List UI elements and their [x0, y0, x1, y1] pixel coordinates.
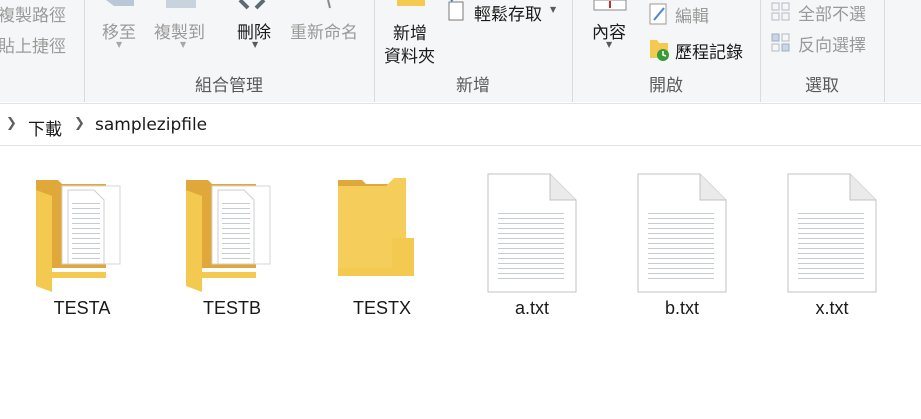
ribbon: 複製路徑 貼上捷徑 移至 ▼ 複製到 ▼ 刪除 ▼ 重新命名 組合管理 新增 資…: [0, 0, 921, 102]
folder-item[interactable]: TESTX: [322, 168, 442, 328]
file-name: b.txt: [664, 298, 699, 318]
easy-access-button[interactable]: 輕鬆存取 ▼: [446, 0, 562, 25]
chevron-right-icon[interactable]: ❯: [74, 116, 85, 131]
group-divider: [884, 0, 885, 102]
invert-selection-icon: [771, 33, 790, 52]
file-item[interactable]: x.txt: [772, 168, 892, 328]
history-button[interactable]: 歷程記錄: [648, 36, 758, 63]
select-none-button[interactable]: 全部不選: [770, 0, 880, 25]
text-file-icon: [787, 173, 877, 293]
copy-to-button[interactable]: 複製到 ▼: [154, 0, 214, 72]
new-group-label: 新增: [456, 76, 490, 96]
file-name: TESTA: [53, 298, 111, 318]
chevron-down-icon: ▼: [606, 40, 613, 49]
copy-path-button[interactable]: 複製路徑: [0, 1, 66, 26]
folder-item[interactable]: TESTB: [172, 168, 292, 328]
select-none-label: 全部不選: [798, 5, 866, 25]
folder-with-documents-icon: [186, 180, 271, 292]
file-name: a.txt: [514, 298, 549, 318]
folder-item[interactable]: TESTA: [22, 168, 142, 328]
edit-label: 編輯: [675, 7, 709, 27]
copy-path-label: 複製路徑: [0, 6, 66, 26]
file-item[interactable]: b.txt: [622, 168, 742, 328]
text-file-icon: [487, 173, 577, 293]
edit-icon: [649, 3, 667, 25]
chevron-down-icon: ▼: [252, 40, 259, 49]
file-name: x.txt: [815, 298, 849, 318]
properties-icon: [593, 0, 627, 11]
properties-button[interactable]: 內容 ▼: [590, 0, 634, 72]
chevron-down-icon: ▼: [550, 5, 557, 14]
chevron-down-icon: ▼: [116, 40, 123, 49]
file-item[interactable]: a.txt: [472, 168, 592, 328]
file-name: TESTX: [352, 298, 411, 318]
new-folder-label-line1: 新增: [393, 24, 427, 44]
breadcrumb-item-current[interactable]: samplezipfile: [95, 115, 207, 135]
paste-shortcut-button[interactable]: 貼上捷徑: [0, 32, 66, 57]
paste-shortcut-label: 貼上捷徑: [0, 37, 66, 57]
edit-button[interactable]: 編輯: [648, 2, 748, 28]
easy-access-icon: [448, 0, 464, 21]
folder-icon: [338, 178, 414, 276]
history-icon: [650, 40, 669, 61]
copy-to-icon: [166, 0, 196, 8]
delete-button[interactable]: 刪除 ▼: [236, 0, 276, 72]
breadcrumb-item-downloads[interactable]: 下載: [28, 115, 62, 140]
move-to-icon: [106, 0, 134, 6]
new-folder-icon: [397, 0, 425, 6]
select-none-icon: [771, 2, 790, 21]
text-file-icon: [637, 173, 727, 293]
chevron-right-icon[interactable]: ❯: [6, 116, 17, 131]
new-folder-label-line2: 資料夾: [384, 47, 435, 67]
invert-selection-label: 反向選擇: [798, 36, 866, 56]
open-group-label: 開啟: [649, 76, 683, 96]
invert-selection-button[interactable]: 反向選擇: [770, 31, 880, 56]
address-bar[interactable]: ❯ 下載 ❯ samplezipfile: [0, 103, 921, 146]
rename-button[interactable]: 重新命名: [290, 0, 370, 72]
new-folder-button[interactable]: 新增 資料夾: [383, 0, 439, 70]
easy-access-label: 輕鬆存取: [474, 5, 542, 25]
rename-label: 重新命名: [290, 23, 358, 43]
move-to-button[interactable]: 移至 ▼: [100, 0, 140, 72]
delete-icon: [238, 0, 266, 10]
rename-icon: [327, 0, 331, 9]
folder-with-documents-icon: [36, 180, 121, 292]
organize-group-label: 組合管理: [195, 76, 263, 96]
history-label: 歷程記錄: [675, 43, 743, 63]
chevron-down-icon: ▼: [180, 40, 187, 49]
select-group-label: 選取: [805, 76, 839, 96]
file-name: TESTB: [202, 298, 261, 318]
